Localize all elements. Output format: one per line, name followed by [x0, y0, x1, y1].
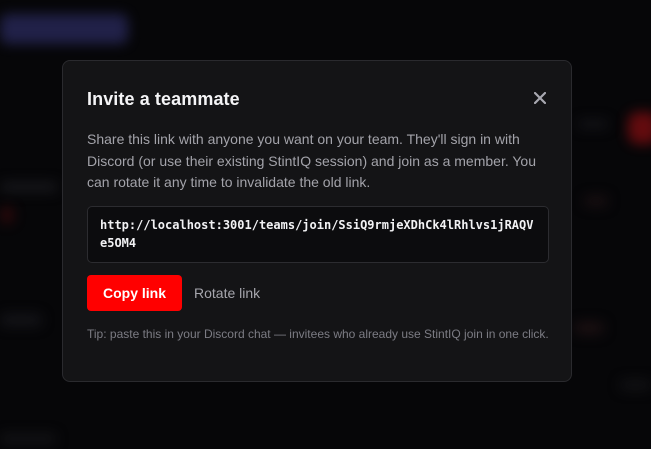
background-blurred-text [574, 322, 604, 334]
dialog-actions: Copy link Rotate link [87, 275, 260, 311]
close-icon [534, 92, 546, 104]
background-blurred-text [0, 314, 42, 326]
dialog-title: Invite a teammate [87, 89, 240, 109]
background-blurred-button [0, 14, 128, 44]
background-blurred-text [620, 380, 651, 390]
close-button[interactable] [529, 87, 551, 109]
rotate-link-button[interactable]: Rotate link [194, 285, 260, 301]
background-blurred-text [584, 196, 608, 206]
background-blurred-text [0, 434, 56, 444]
background-blurred-badge [628, 112, 651, 144]
background-blurred-marker [0, 206, 14, 224]
background-blurred-text [0, 182, 58, 192]
invite-link-field[interactable]: http://localhost:3001/teams/join/SsiQ9rm… [87, 206, 549, 263]
invite-teammate-dialog: Invite a teammate Share this link with a… [62, 60, 572, 382]
copy-link-button[interactable]: Copy link [87, 275, 183, 311]
tip-text: Tip: paste this in your Discord chat — i… [87, 327, 549, 341]
background-blurred-text [578, 120, 608, 128]
dialog-description: Share this link with anyone you want on … [87, 131, 536, 190]
